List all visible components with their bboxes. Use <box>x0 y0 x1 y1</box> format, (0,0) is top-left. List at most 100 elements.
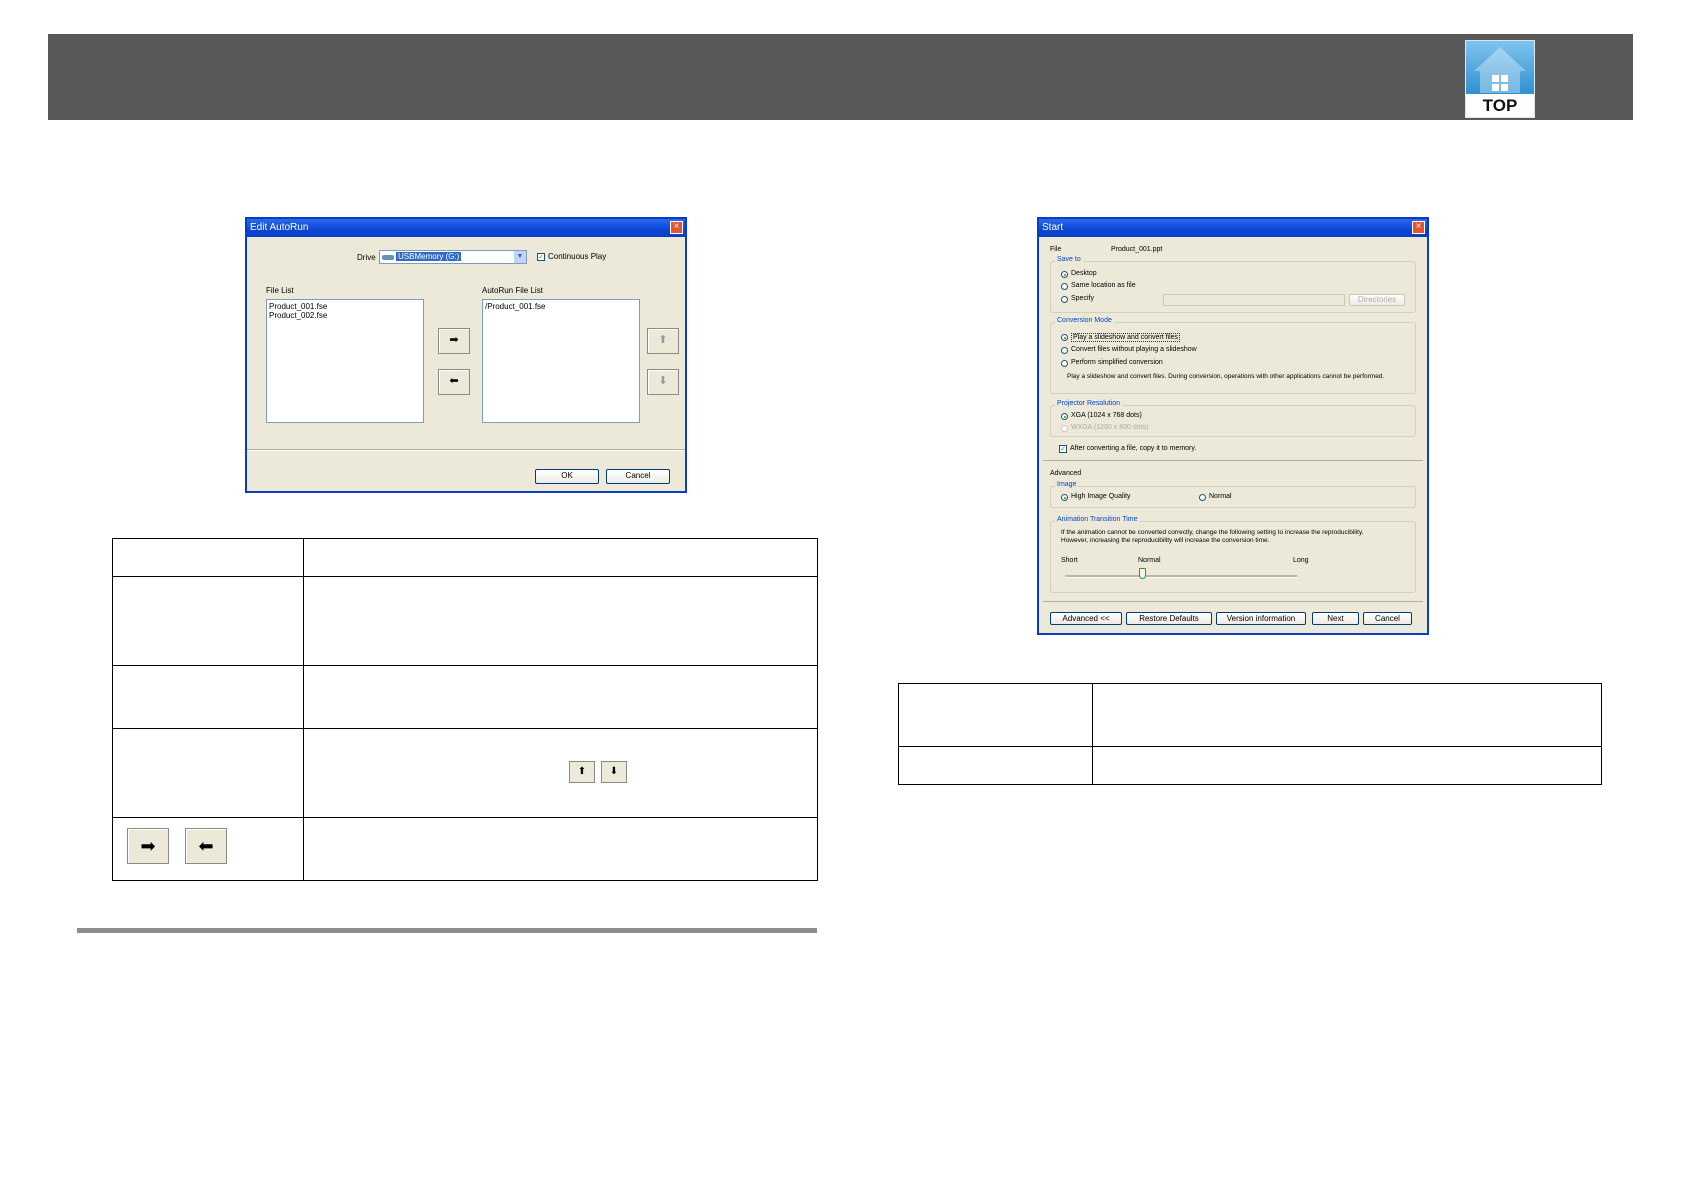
right-arrow-button-sample: ➡ <box>127 828 169 864</box>
animation-description-1: If the animation cannot be converted cor… <box>1061 529 1364 536</box>
simplified-radio[interactable] <box>1061 360 1068 367</box>
arrow-left-icon: ⬅ <box>198 836 214 856</box>
table-cell <box>112 576 304 666</box>
file-list[interactable]: Product_001.fse Product_002.fse <box>266 299 424 423</box>
usb-drive-icon <box>382 255 394 260</box>
edit-autorun-dialog: Edit AutoRun × Drive USBMemory (G:) ▼ ✓ … <box>245 217 687 493</box>
same-location-label: Same location as file <box>1071 282 1136 289</box>
list-item[interactable]: Product_001.fse <box>269 302 327 311</box>
projector-resolution-label: Projector Resolution <box>1055 400 1123 407</box>
house-icon <box>1474 47 1526 93</box>
conversion-mode-label: Conversion Mode <box>1055 317 1114 324</box>
specify-path-input[interactable] <box>1163 294 1345 306</box>
dialog-title: Edit AutoRun <box>250 222 309 233</box>
up-arrow-button-sample: ⬆ <box>569 761 595 783</box>
dialog-title: Start <box>1042 222 1064 233</box>
table-row <box>898 683 1602 747</box>
specify-label: Specify <box>1071 295 1094 302</box>
next-button[interactable]: Next <box>1312 612 1359 625</box>
table-cell <box>303 576 818 666</box>
arrow-up-icon: ⬆ <box>577 766 587 777</box>
table-row <box>112 538 818 577</box>
conversion-description: Play a slideshow and convert files. Duri… <box>1067 373 1385 380</box>
table-cell <box>1092 746 1602 785</box>
start-dialog: Start × File Product_001.ppt Save to Des… <box>1037 217 1429 635</box>
same-location-radio[interactable] <box>1061 283 1068 290</box>
animation-label: Animation Transition Time <box>1055 516 1140 523</box>
slider-track[interactable] <box>1065 575 1297 578</box>
autorun-file-list[interactable]: /Product_001.fse <box>482 299 640 423</box>
cancel-button[interactable]: Cancel <box>606 469 670 484</box>
table-cell <box>303 817 818 881</box>
normal-quality-radio[interactable] <box>1199 494 1206 501</box>
arrow-left-icon: ⬅ <box>449 375 459 387</box>
divider <box>1043 460 1423 461</box>
projector-resolution-group <box>1050 405 1416 437</box>
restore-defaults-button[interactable]: Restore Defaults <box>1126 612 1212 625</box>
xga-radio[interactable] <box>1061 413 1068 420</box>
arrow-right-icon: ➡ <box>449 334 459 346</box>
table-cell <box>303 665 818 729</box>
scale-long-label: Long <box>1293 557 1309 564</box>
file-label: File <box>1050 246 1062 253</box>
file-value: Product_001.ppt <box>1111 246 1163 253</box>
play-slideshow-label: Play a slideshow and convert files <box>1071 333 1181 342</box>
advanced-label: Advanced <box>1050 470 1082 477</box>
arrow-down-icon: ⬇ <box>658 375 668 387</box>
version-information-button[interactable]: Version information <box>1216 612 1306 625</box>
desktop-radio[interactable] <box>1061 271 1068 278</box>
scale-short-label: Short <box>1061 557 1078 564</box>
normal-quality-label: Normal <box>1209 493 1232 500</box>
table-cell: ➡ ⬅ <box>112 817 304 881</box>
table-row: ➡ ⬅ <box>112 817 818 881</box>
convert-without-radio[interactable] <box>1061 347 1068 354</box>
continuous-play-label: Continuous Play <box>548 252 607 261</box>
slider-thumb[interactable] <box>1138 568 1146 579</box>
top-logo-button[interactable]: TOP <box>1465 40 1535 118</box>
ok-button[interactable]: OK <box>535 469 599 484</box>
copy-to-memory-checkbox[interactable]: ✓ <box>1059 445 1067 453</box>
list-item[interactable]: Product_002.fse <box>269 311 327 320</box>
desktop-label: Desktop <box>1071 270 1097 277</box>
close-icon[interactable]: × <box>1412 221 1425 234</box>
table-row: ⬆ ⬇ <box>112 728 818 818</box>
add-arrow-button[interactable]: ➡ <box>438 328 470 354</box>
page-header-bar <box>48 34 1633 120</box>
table-cell <box>112 665 304 729</box>
list-item[interactable]: /Product_001.fse <box>485 302 545 311</box>
file-list-label: File List <box>266 286 294 295</box>
move-down-button[interactable]: ⬇ <box>647 369 679 395</box>
wxga-label: WXGA (1280 x 800 dots) <box>1071 424 1149 431</box>
table-row <box>112 665 818 729</box>
drive-select[interactable]: USBMemory (G:) ▼ <box>379 250 527 264</box>
specify-radio[interactable] <box>1061 296 1068 303</box>
copy-to-memory-label: After converting a file, copy it to memo… <box>1070 445 1197 452</box>
divider <box>1043 601 1423 602</box>
directories-button[interactable]: Directories <box>1349 294 1405 306</box>
close-icon[interactable]: × <box>670 221 683 234</box>
chevron-down-icon[interactable]: ▼ <box>514 251 526 263</box>
cancel-button[interactable]: Cancel <box>1363 612 1412 625</box>
advanced-button[interactable]: Advanced << <box>1050 612 1122 625</box>
table-cell <box>898 746 1093 785</box>
wxga-radio[interactable] <box>1061 425 1068 432</box>
dialog-titlebar: Start <box>1039 219 1427 237</box>
high-quality-label: High Image Quality <box>1071 493 1131 500</box>
autorun-description-table: ⬆ ⬇ ➡ ⬅ <box>112 538 818 881</box>
start-description-table <box>898 683 1602 785</box>
scale-normal-label: Normal <box>1138 557 1161 564</box>
animation-description-2: However, increasing the reproducibility … <box>1061 537 1270 544</box>
remove-arrow-button[interactable]: ⬅ <box>438 369 470 395</box>
save-to-label: Save to <box>1055 256 1083 263</box>
table-row <box>112 576 818 666</box>
arrow-up-icon: ⬆ <box>658 334 668 346</box>
continuous-play-checkbox[interactable]: ✓ <box>537 253 545 261</box>
table-cell <box>112 728 304 818</box>
high-quality-radio[interactable] <box>1061 494 1068 501</box>
move-up-button[interactable]: ⬆ <box>647 328 679 354</box>
arrow-right-icon: ➡ <box>140 836 156 856</box>
play-slideshow-radio[interactable] <box>1061 334 1068 341</box>
table-cell <box>303 538 818 577</box>
table-cell <box>112 538 304 577</box>
convert-without-label: Convert files without playing a slidesho… <box>1071 346 1197 353</box>
